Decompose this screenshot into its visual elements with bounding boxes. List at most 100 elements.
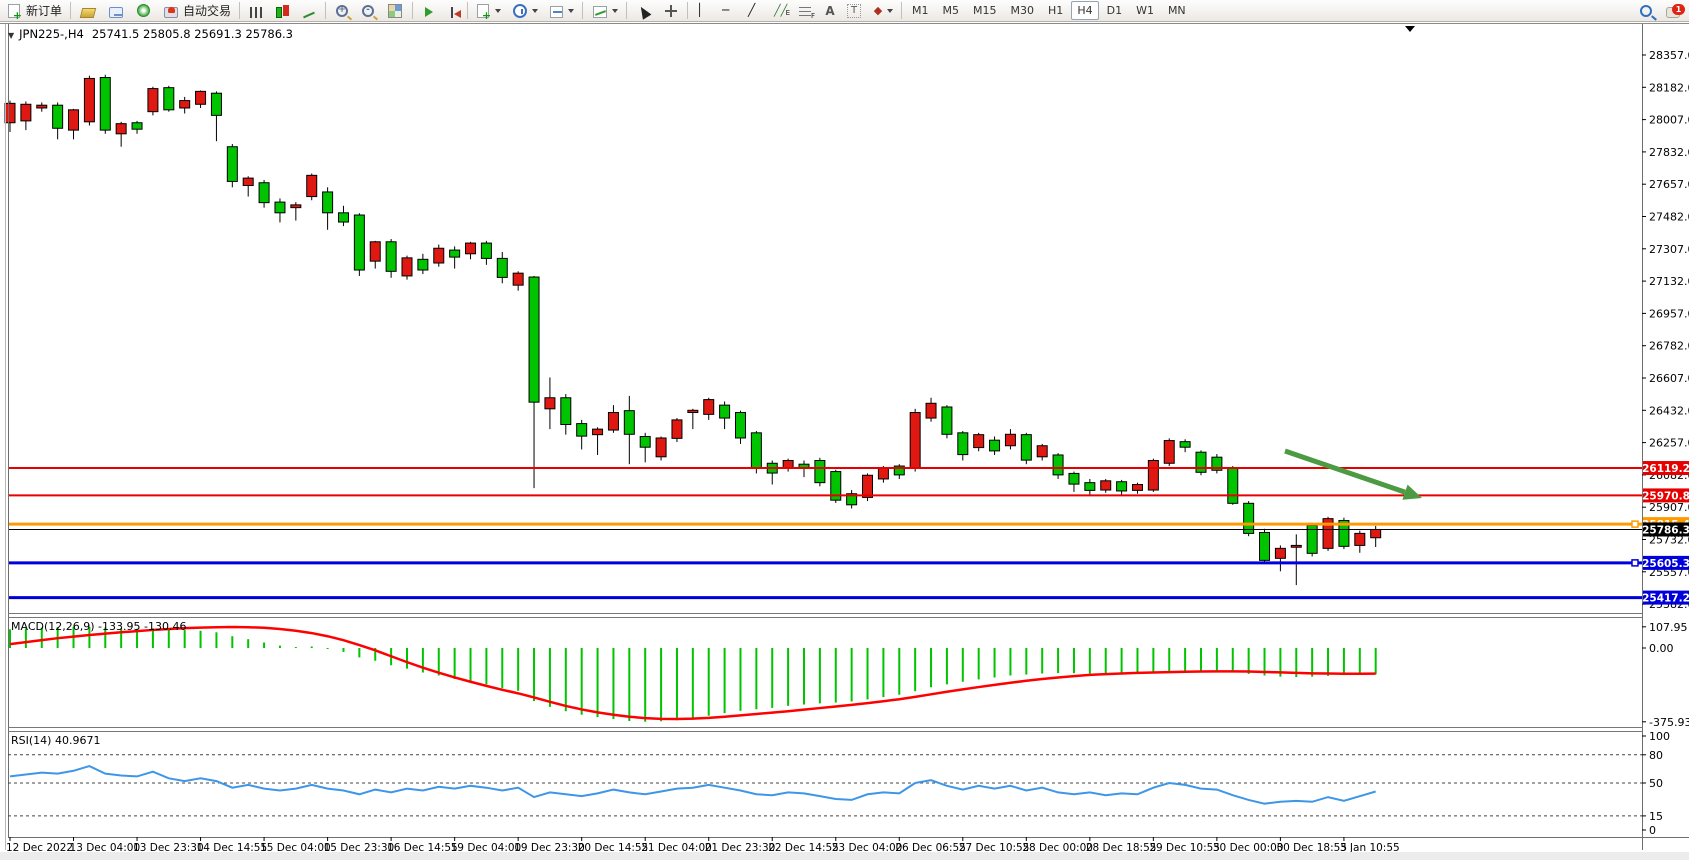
horizontal-line-icon: ─ [722,3,738,19]
chevron-down-icon [612,9,618,13]
rsi-indicator-label: RSI(14) 40.9671 [11,734,100,747]
price-tick-label: 28182.0 [1649,81,1689,94]
bar-chart-mode-button[interactable] [244,0,268,21]
search-button[interactable] [1634,0,1658,21]
algo-trading-button[interactable]: 自动交易 [158,0,235,21]
chart-title-bar: ▼JPN225-,H425741.5 25805.8 25691.3 25786… [8,27,293,41]
price-tick-label: 26607.0 [1649,372,1689,385]
timeframe-h4-button[interactable]: H4 [1071,1,1098,20]
timeframe-h1-button[interactable]: H1 [1042,1,1069,20]
indicators-icon [593,6,607,18]
macd-scale-label: 107.95 [1649,621,1688,634]
new-chart-button[interactable] [472,0,505,21]
timeframe-d1-button[interactable]: D1 [1101,1,1128,20]
templates-icon [550,6,563,18]
price-badge: 25605.3 [1642,556,1689,570]
profiles-button[interactable] [507,0,542,21]
crosshair-button[interactable] [659,0,683,21]
macd-scale-label: -375.93 [1649,716,1689,729]
toolbar-separator [412,2,413,19]
cursor-icon [637,4,652,19]
svg-text:25786.3: 25786.3 [1642,524,1689,536]
tile-windows-button[interactable] [382,0,408,21]
algo-trading-label: 自动交易 [183,2,231,19]
vertical-line-button[interactable]: │ [692,0,716,21]
line-chart-mode-button[interactable] [297,0,321,21]
symbol-timeframe-label: JPN225-,H4 [19,27,84,41]
timeframe-m1-button[interactable]: M1 [906,1,935,20]
chart-shift-button[interactable] [443,0,463,21]
price-tick-label: 26432.0 [1649,404,1689,417]
cursor-button[interactable] [631,0,657,21]
zoom-in-icon: + [336,5,348,17]
market-watch-button[interactable] [75,0,101,21]
main-toolbar: 新订单 自动交易 +- │ ─ ╱╱╱ AT ◆ M1M5M15M30H1H4D1W1MN 1 [0,0,1689,22]
price-tick-label: 28357.0 [1649,49,1689,62]
virtual-hosting-icon [109,7,123,18]
timeframe-m30-button[interactable]: M30 [1005,1,1041,20]
timeframe-m5-button[interactable]: M5 [937,1,966,20]
equidistant-channel-button[interactable]: ╱╱ [770,0,792,21]
chevron-down-icon [887,9,893,13]
market-watch-icon [80,8,96,18]
timeframe-m15-button[interactable]: M15 [967,1,1003,20]
timeframe-mn-button[interactable]: MN [1162,1,1192,20]
fibonacci-button[interactable] [794,0,818,21]
new-order-button[interactable]: 新订单 [3,0,66,21]
templates-button[interactable] [544,0,578,21]
timeframe-w1-button[interactable]: W1 [1130,1,1160,20]
toolbar-separator [467,2,468,19]
rsi-scale-label: 50 [1649,777,1663,790]
shapes-icon: ◆ [872,3,884,19]
chevron-down-icon [568,9,574,13]
chart-area[interactable]: 28357.028182.028007.027832.027657.027482… [0,0,1689,860]
macd-indicator-label: MACD(12,26,9) -133.95 -130.46 [11,620,186,633]
price-badge: 25970.8 [1642,488,1689,502]
virtual-hosting-button[interactable] [103,0,129,21]
text-label-icon: T [847,4,861,18]
zoom-in-button[interactable]: + [330,0,354,21]
price-badge: 25417.2 [1642,591,1689,605]
mt5-chart-window: 28357.028182.028007.027832.027657.027482… [0,0,1689,860]
rsi-scale-label: 80 [1649,749,1663,762]
price-tick-label: 27832.0 [1649,146,1689,159]
one-click-trading-arrow-icon[interactable]: ▼ [8,31,14,40]
hline-handle[interactable] [1632,521,1638,527]
rsi-scale-label: 0 [1649,824,1656,837]
candle-chart-mode-icon [276,7,282,18]
text-label-button[interactable]: T [842,0,866,21]
hline-handle[interactable] [1632,560,1638,566]
toolbar-separator [239,2,240,19]
price-tick-label: 26957.0 [1649,307,1689,320]
macd-name: MACD(12,26,9) [11,620,95,633]
trendline-button[interactable]: ╱ [744,0,768,21]
crosshair-icon [665,5,677,17]
algo-trading-icon [164,7,178,18]
text-button[interactable]: A [820,0,840,21]
rsi-scale-label: 15 [1649,810,1663,823]
new-order-icon [8,4,20,18]
toolbar-separator [70,2,71,19]
indicators-button[interactable] [587,0,622,21]
toolbar-separator [901,2,902,19]
toolbar-separator [325,2,326,19]
signals-icon [137,4,150,17]
signals-button[interactable] [131,0,156,21]
chat-icon: 1 [1666,7,1680,18]
tile-windows-icon [388,4,402,18]
fibonacci-icon [799,7,811,17]
horizontal-line-button[interactable]: ─ [718,0,742,21]
notifications-button[interactable]: 1 [1660,0,1686,21]
candle-chart-mode-button[interactable] [270,0,295,21]
price-badge: 26119.2 [1642,461,1689,475]
zoom-out-button[interactable]: - [356,0,380,21]
price-badge: 25786.3 [1642,522,1689,536]
price-tick-label: 27307.0 [1649,243,1689,256]
auto-scroll-button[interactable] [417,0,441,21]
new-chart-icon [477,4,489,18]
chart-shift-icon [451,7,453,18]
price-tick-label: 25907.0 [1649,501,1689,514]
svg-text:25970.8: 25970.8 [1642,490,1689,502]
shapes-button[interactable]: ◆ [868,0,897,21]
price-tick-label: 27132.0 [1649,275,1689,288]
